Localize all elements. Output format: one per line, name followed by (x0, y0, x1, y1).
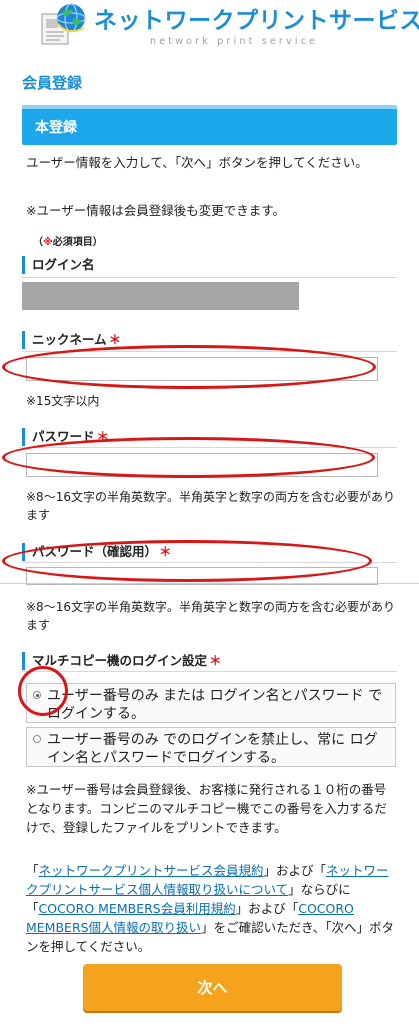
required-legend-text: 必須項目） (52, 237, 103, 248)
next-button[interactable]: 次へ (83, 964, 342, 1011)
password-rule (22, 447, 397, 448)
nickname-note: ※15文字以内 (26, 394, 100, 408)
user-number-note: ※ユーザー番号は会員登録後、お客様に発行される１０桁の番号となります。コンビニの… (26, 782, 387, 835)
required-legend-open: （ (33, 237, 43, 248)
password-required-mark: ＊ (96, 429, 110, 444)
login-name-value-redacted (22, 282, 299, 310)
password-confirm-note: ※8〜16文字の半角英数字。半角英字と数字の両方を含む必要があります (26, 600, 395, 632)
nickname-input[interactable] (26, 357, 378, 381)
service-logo-title: ネットワークプリントサービス (94, 8, 419, 34)
member-terms-link[interactable]: ネットワークプリントサービス会員規約 (39, 863, 264, 878)
terms-quote-open: 「 (26, 863, 39, 878)
banner-highlight (22, 105, 397, 109)
password-confirm-label-text: パスワード（確認用） (32, 544, 158, 559)
section-banner: 本登録 (22, 105, 397, 145)
terms-and-3: 」および「 (235, 901, 299, 916)
nickname-label-text: ニックネーム (32, 332, 107, 347)
banner-title: 本登録 (35, 120, 77, 136)
nickname-rule (22, 351, 397, 352)
multicopy-label-text: マルチコピー機のログイン設定 (32, 653, 208, 668)
login-name-rule (22, 277, 397, 278)
login-option-password-only-label: ユーザー番号のみ でのログインを禁止し、常に ログイン名とパスワードでログインす… (47, 732, 378, 766)
login-option-user-number[interactable]: ユーザー番号のみ または ログイン名とパスワード でログインする。 (26, 683, 396, 723)
multicopy-rule (22, 671, 397, 672)
screenshot-seam (0, 583, 419, 584)
radio-unselected-icon[interactable] (33, 735, 41, 743)
password-confirm-rule (22, 562, 397, 563)
change-note: ※ユーザー情報は会員登録後も変更できます。 (26, 203, 285, 218)
required-legend-star: ※ (43, 237, 53, 248)
password-confirm-required-mark: ＊ (159, 544, 172, 559)
cocoro-terms-link[interactable]: COCORO MEMBERS会員利用規約 (39, 901, 236, 916)
login-option-password-only[interactable]: ユーザー番号のみ でのログインを禁止し、常に ログイン名とパスワードでログインす… (26, 727, 396, 767)
nickname-required-mark: ＊ (108, 332, 122, 347)
password-note: ※8〜16文字の半角英数字。半角英字と数字の両方を含む必要があります (26, 490, 395, 522)
radio-selected-icon[interactable] (33, 691, 41, 699)
password-confirm-label: パスワード（確認用）＊ (22, 543, 397, 561)
password-label: パスワード＊ (22, 428, 397, 446)
service-logo-subtitle: network print service (150, 36, 319, 47)
login-name-label: ログイン名 (22, 256, 397, 274)
password-input[interactable] (26, 453, 378, 477)
intro-text: ユーザー情報を入力して、「次へ」ボタンを押してください。 (26, 155, 368, 170)
nickname-label: ニックネーム＊ (22, 331, 397, 349)
terms-paragraph: 「ネットワークプリントサービス会員規約」および「ネットワークプリントサービス個人… (26, 861, 398, 956)
terms-and-1: 」および「 (263, 863, 327, 878)
multicopy-label: マルチコピー機のログイン設定＊ (22, 652, 397, 670)
password-label-text: パスワード (32, 429, 95, 444)
login-option-user-number-label: ユーザー番号のみ または ログイン名とパスワード でログインする。 (47, 688, 383, 722)
page-title: 会員登録 (22, 74, 83, 92)
login-name-label-text: ログイン名 (32, 257, 95, 272)
logo-icon (40, 2, 88, 46)
required-legend: （※必須項目） (33, 233, 103, 248)
multicopy-required-mark: ＊ (209, 653, 222, 668)
